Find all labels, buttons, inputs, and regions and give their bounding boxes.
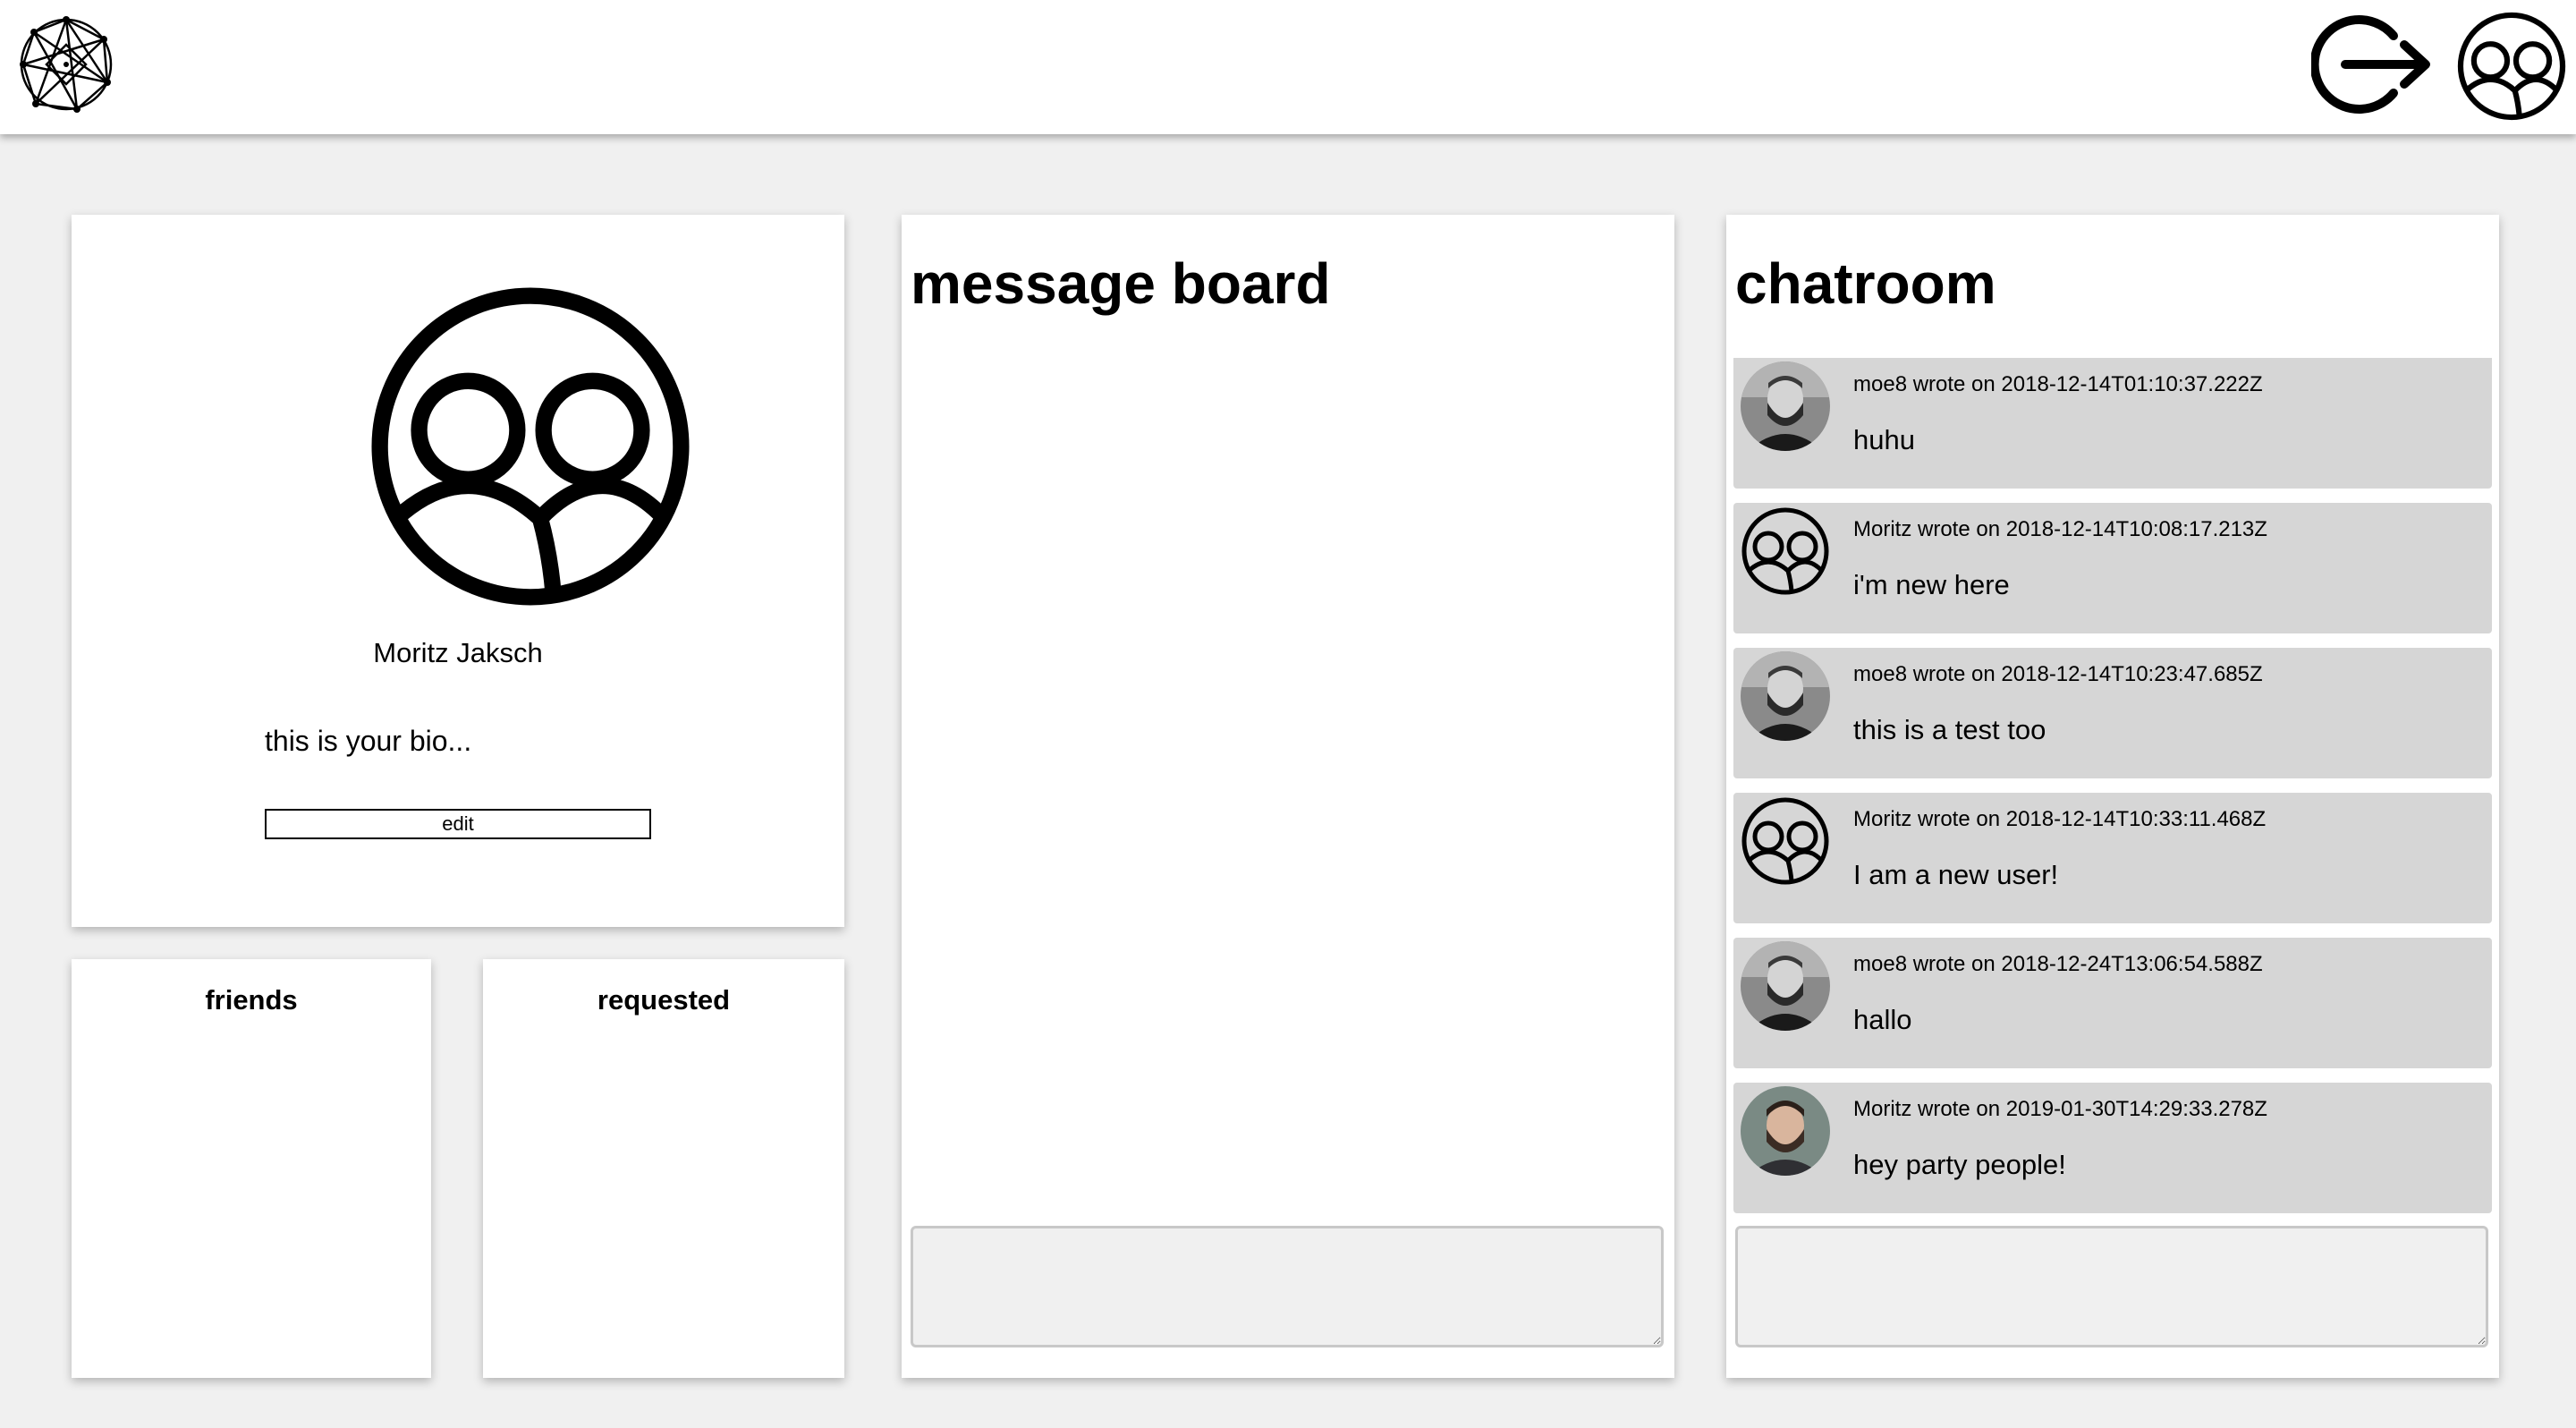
profile-avatar-users-icon[interactable]	[367, 283, 694, 610]
chat-message-text: this is a test too	[1853, 714, 2046, 745]
friends-card: friends	[72, 959, 431, 1378]
chat-message-meta: Moritz wrote on 2019-01-30T14:29:33.278Z	[1853, 1097, 2267, 1121]
chat-message-text: hey party people!	[1853, 1149, 2066, 1180]
chat-message: Moritz wrote on 2018-12-14T10:33:11.468Z…	[1733, 793, 2492, 923]
profile-bio: this is your bio...	[265, 725, 472, 757]
requested-card: requested	[483, 959, 844, 1378]
users-group-icon[interactable]	[1741, 796, 1830, 886]
chat-message-text: huhu	[1853, 424, 1915, 455]
users-group-icon[interactable]	[2456, 11, 2567, 122]
user-photo-avatar[interactable]	[1741, 651, 1830, 741]
users-group-icon[interactable]	[1741, 506, 1830, 596]
chat-message-text: i'm new here	[1853, 569, 2010, 600]
chat-message-text: hallo	[1853, 1004, 1912, 1035]
user-photo-avatar[interactable]	[1741, 1086, 1830, 1176]
chat-message: moe8 wrote on 2018-12-24T13:06:54.588Z h…	[1733, 938, 2492, 1068]
edit-bio-button[interactable]: edit	[265, 809, 651, 839]
chat-message-list: moe8 wrote on 2018-12-14T01:10:37.222Z h…	[1733, 358, 2492, 1228]
chatroom-card: chatroom moe8 wrote on 2018-12-14T01:10:…	[1726, 215, 2499, 1378]
chat-message: moe8 wrote on 2018-12-14T10:23:47.685Z t…	[1733, 648, 2492, 778]
chat-input[interactable]	[1735, 1226, 2488, 1347]
chat-message-meta: Moritz wrote on 2018-12-14T10:08:17.213Z	[1853, 517, 2267, 541]
requested-title: requested	[597, 984, 731, 1016]
chatroom-title: chatroom	[1735, 251, 1996, 316]
message-board-card: message board	[902, 215, 1674, 1378]
user-photo-avatar[interactable]	[1741, 361, 1830, 451]
chat-message-text: I am a new user!	[1853, 859, 2059, 890]
chat-message-meta: moe8 wrote on 2018-12-14T10:23:47.685Z	[1853, 662, 2263, 686]
top-bar	[0, 0, 2576, 134]
message-board-title: message board	[911, 251, 1331, 316]
network-globe-icon[interactable]	[14, 11, 118, 118]
chat-message-meta: moe8 wrote on 2018-12-24T13:06:54.588Z	[1853, 952, 2263, 976]
profile-name: Moritz Jaksch	[373, 637, 543, 668]
chat-message-meta: moe8 wrote on 2018-12-14T01:10:37.222Z	[1853, 372, 2263, 396]
message-board-input[interactable]	[911, 1226, 1664, 1347]
user-photo-avatar[interactable]	[1741, 941, 1830, 1031]
logout-arrow-icon[interactable]	[2309, 11, 2433, 118]
chat-message: moe8 wrote on 2018-12-14T01:10:37.222Z h…	[1733, 358, 2492, 489]
friends-title: friends	[205, 984, 298, 1016]
chat-message-meta: Moritz wrote on 2018-12-14T10:33:11.468Z	[1853, 807, 2267, 831]
profile-card: Moritz Jaksch this is your bio... edit	[72, 215, 844, 927]
chat-message: Moritz wrote on 2018-12-14T10:08:17.213Z…	[1733, 503, 2492, 633]
chat-message: Moritz wrote on 2019-01-30T14:29:33.278Z…	[1733, 1083, 2492, 1213]
